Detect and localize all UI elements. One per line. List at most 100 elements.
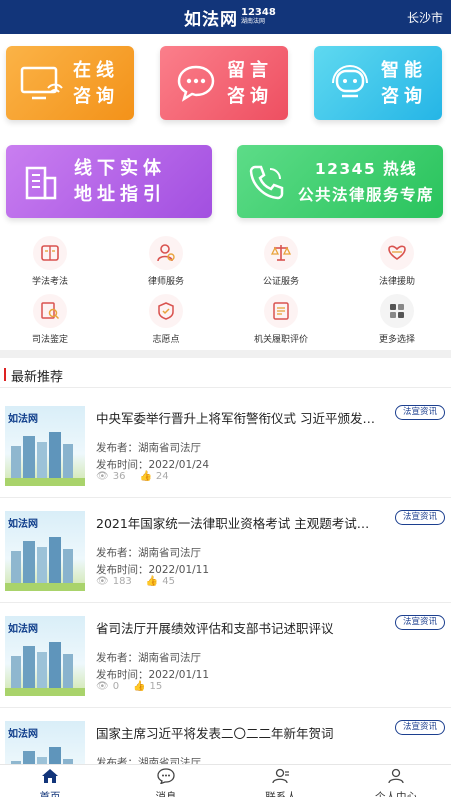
news-publisher: 发布者：湖南省司法厅 (96, 547, 201, 559)
news-tag: 法宣资讯 (394, 615, 445, 630)
service-label: 司法鉴定 (31, 335, 68, 345)
thumbnail-logo: 如法网 (8, 519, 38, 530)
thumbs-up-icon: 👍 (133, 681, 146, 692)
service-label: 法律援助 (378, 277, 415, 287)
tab-messages[interactable]: 消息 (131, 768, 201, 797)
news-title[interactable]: 省司法厅开展绩效评估和支部书记述职评议 (96, 618, 380, 637)
news-date: 发布时间：2022/01/24 (96, 459, 210, 471)
scales-icon (264, 236, 298, 270)
service-notary[interactable]: 公证服务 (225, 236, 337, 287)
smart-consult-button[interactable]: 智能 咨询 (314, 46, 442, 120)
news-publisher: 发布者：湖南省司法厅 (96, 442, 201, 454)
thumbnail-logo: 如法网 (8, 624, 38, 635)
view-count: 0 (112, 681, 120, 692)
hotline-line1: 12345 热线 (314, 160, 418, 178)
news-title[interactable]: 国家主席习近平将发表二〇二二年新年贺词 (96, 723, 380, 742)
offline-address-button[interactable]: 线下实体 地址指引 (6, 145, 212, 218)
service-label: 律师服务 (147, 277, 184, 287)
news-thumbnail: 如法网 (5, 406, 85, 486)
service-more[interactable]: 更多选择 (341, 294, 451, 345)
like-count: 45 (162, 576, 175, 587)
message-consult-line2: 咨询 (227, 86, 273, 107)
online-consult-line2: 咨询 (73, 86, 119, 107)
eye-icon: 👁 (96, 681, 109, 692)
document-icon (264, 294, 298, 328)
tab-home[interactable]: 首页 (15, 768, 85, 797)
tab-contacts[interactable]: 联系人 (246, 768, 316, 797)
news-title[interactable]: 2021年国家统一法律职业资格考试 主观题考试成… (96, 513, 380, 532)
news-item[interactable]: 如法网 省司法厅开展绩效评估和支部书记述职评议 法宣资讯 发布者：湖南省司法厅 … (0, 604, 451, 708)
news-tag: 法宣资讯 (394, 510, 445, 525)
news-item[interactable]: 如法网 2021年国家统一法律职业资格考试 主观题考试成… 法宣资讯 发布者：湖… (0, 499, 451, 603)
offline-address-line2: 地址指引 (74, 184, 166, 205)
logo-number: 12348 (241, 7, 276, 18)
section-header: 最新推荐 (0, 360, 451, 388)
app-logo: 如法网 12348 湖南法网 (184, 5, 276, 30)
service-study-law[interactable]: 学法考法 (0, 236, 106, 287)
thumbnail-logo: 如法网 (8, 729, 38, 740)
news-thumbnail: 如法网 (5, 616, 85, 696)
grid-icon (380, 294, 414, 328)
city-selector[interactable]: 长沙市 (407, 9, 443, 26)
eye-icon: 👁 (96, 471, 109, 482)
service-label: 更多选择 (378, 335, 415, 345)
service-judicial-appraisal[interactable]: 司法鉴定 (0, 294, 106, 345)
news-stats: 👁 36 👍 24 (96, 471, 183, 482)
thumbs-up-icon: 👍 (145, 576, 159, 587)
tab-profile[interactable]: 个人中心 (361, 768, 431, 797)
lawyer-icon (149, 236, 183, 270)
service-agency-evaluation[interactable]: 机关履职评价 (225, 294, 337, 345)
like-count: 15 (149, 681, 163, 692)
news-date: 发布时间：2022/01/11 (96, 669, 210, 681)
online-consult-button[interactable]: 在线 咨询 (6, 46, 134, 120)
message-icon (157, 768, 175, 785)
smart-consult-line1: 智能 (381, 60, 427, 81)
news-thumbnail: 如法网 (5, 511, 85, 591)
message-consult-button[interactable]: 留言 咨询 (160, 46, 288, 120)
computer-wifi-icon (20, 66, 63, 100)
news-stats: 👁 0 👍 15 (96, 681, 176, 692)
tab-label: 首页 (39, 791, 61, 797)
like-count: 24 (155, 471, 169, 482)
service-volunteer[interactable]: 志愿点 (110, 294, 222, 345)
service-label: 机关履职评价 (253, 335, 308, 345)
hotline-12345-button[interactable]: 12345 热线 公共法律服务专席 (237, 145, 443, 218)
smart-consult-line2: 咨询 (381, 86, 427, 107)
service-label: 志愿点 (152, 335, 180, 345)
logo-text: 如法网 (184, 9, 238, 30)
service-label: 公证服务 (262, 277, 299, 287)
view-count: 36 (112, 471, 126, 482)
news-item[interactable]: 如法网 中央军委举行晋升上将军衔警衔仪式 习近平颁发命… 法宣资讯 发布者：湖南… (0, 394, 451, 498)
offline-address-line1: 线下实体 (74, 158, 166, 179)
news-publisher: 发布者：湖南省司法厅 (96, 652, 201, 664)
hotline-line2: 公共法律服务专席 (297, 186, 434, 204)
tab-label: 联系人 (265, 791, 297, 797)
user-icon (388, 768, 404, 784)
online-consult-line1: 在线 (73, 60, 119, 81)
chat-bubble-icon (177, 65, 215, 102)
eye-icon: 👁 (96, 576, 109, 587)
view-count: 183 (112, 576, 132, 587)
news-tag: 法宣资讯 (394, 720, 445, 735)
book-icon (33, 236, 67, 270)
badge-icon (149, 294, 183, 328)
service-legal-aid[interactable]: 法律援助 (341, 236, 451, 287)
section-divider (0, 350, 451, 358)
heart-hands-icon (380, 236, 414, 270)
building-icon (25, 166, 57, 200)
news-title[interactable]: 中央军委举行晋升上将军衔警衔仪式 习近平颁发命… (96, 408, 380, 427)
thumbnail-logo: 如法网 (8, 414, 38, 425)
tab-label: 个人中心 (375, 791, 417, 797)
top-bar: 如法网 12348 湖南法网 长沙市 (0, 0, 451, 34)
magnifier-icon (33, 294, 67, 328)
thumbs-up-icon: 👍 (139, 471, 152, 482)
section-accent-bar (4, 368, 6, 381)
bottom-tab-bar: 首页 消息 联系人 个人中心 (0, 764, 451, 797)
service-lawyer[interactable]: 律师服务 (110, 236, 222, 287)
contacts-icon (272, 768, 289, 784)
news-date: 发布时间：2022/01/11 (96, 564, 210, 576)
news-stats: 👁 183 👍 45 (96, 576, 189, 587)
home-icon (42, 769, 58, 783)
tab-label: 消息 (155, 791, 177, 797)
section-title: 最新推荐 (11, 370, 64, 385)
